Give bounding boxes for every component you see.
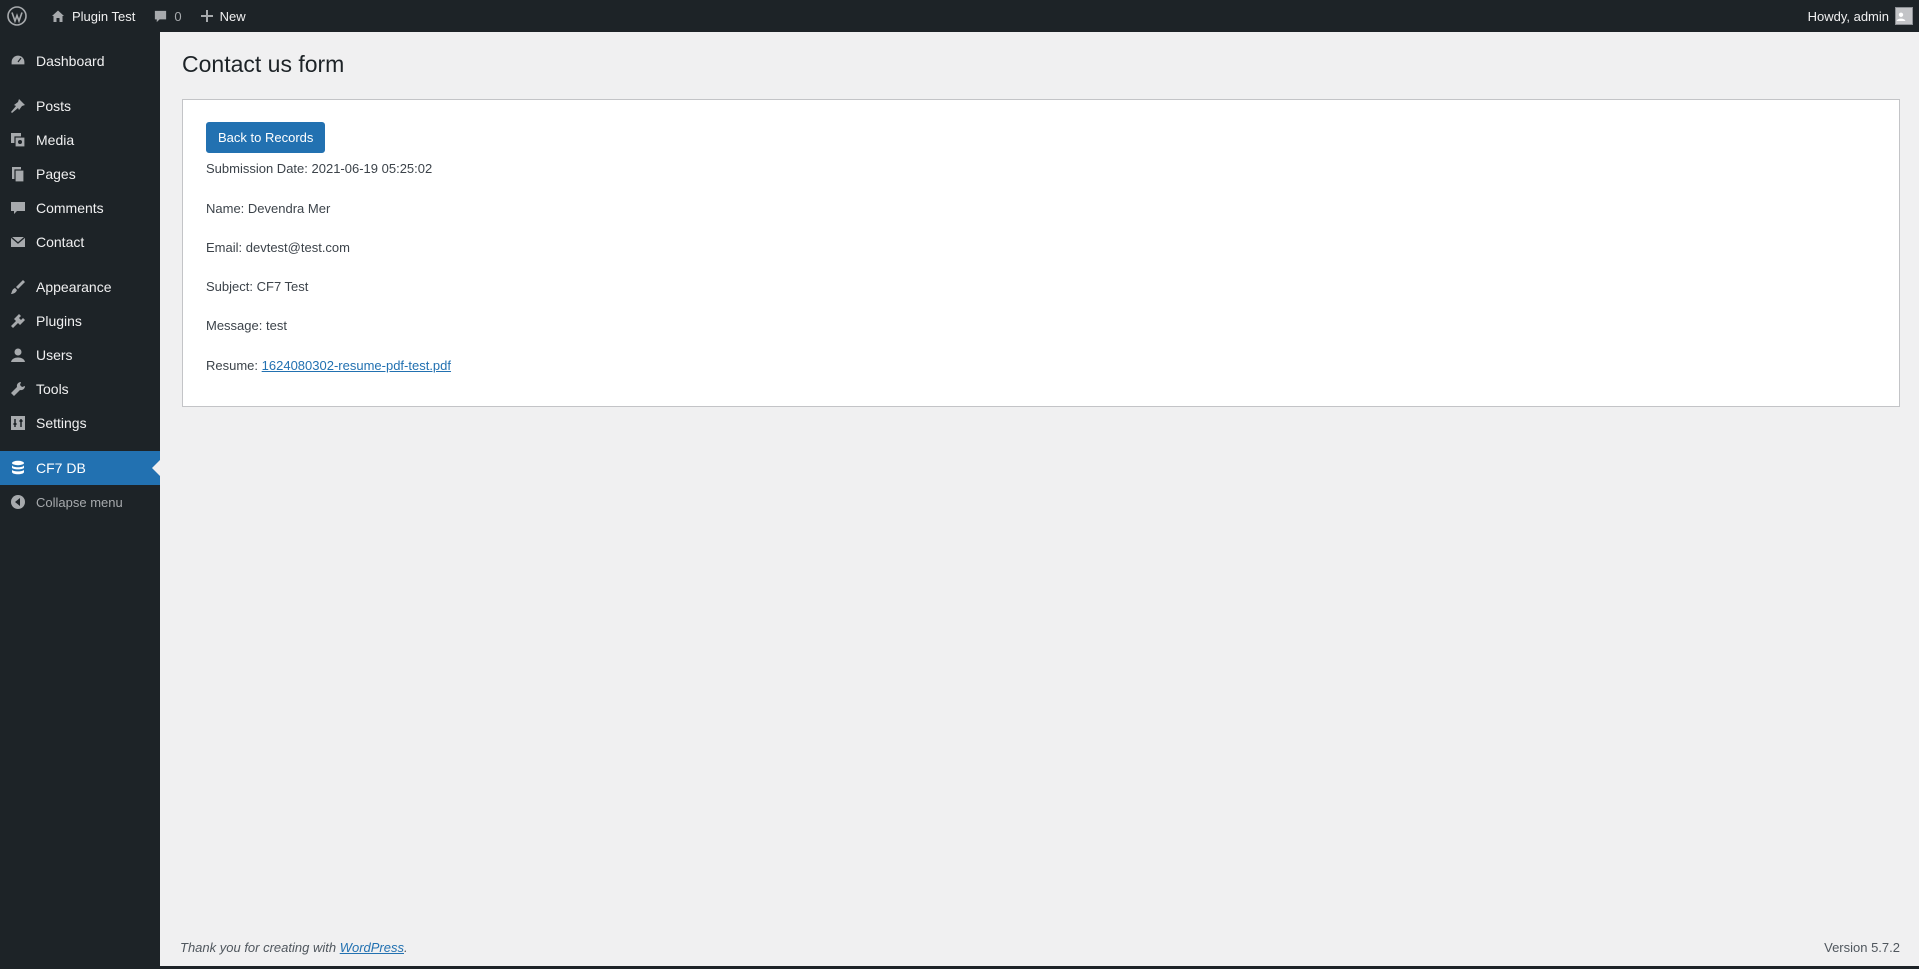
field-value: test <box>266 318 287 333</box>
sidebar-item-dashboard[interactable]: Dashboard <box>0 44 160 78</box>
comment-icon <box>9 199 27 217</box>
sidebar-item-cf7-db[interactable]: CF7 DB <box>0 451 160 485</box>
brush-icon <box>9 278 27 296</box>
wordpress-logo-menu[interactable] <box>0 0 41 32</box>
submission-date-field: Submission Date: 2021-06-19 05:25:02 <box>206 161 432 176</box>
sidebar-item-comments[interactable]: Comments <box>0 191 160 225</box>
mail-icon <box>9 233 27 251</box>
sidebar-item-label: Appearance <box>36 279 112 295</box>
main-content: Contact us form Back to Records Submissi… <box>160 32 1919 969</box>
sidebar-item-contact[interactable]: Contact <box>0 225 160 259</box>
sidebar-item-label: Media <box>36 132 75 148</box>
pin-icon <box>9 97 27 115</box>
admin-sidebar: Dashboard Posts Media Pages Comments Con… <box>0 32 160 969</box>
collapse-menu-button[interactable]: Collapse menu <box>0 485 160 519</box>
sidebar-item-pages[interactable]: Pages <box>0 157 160 191</box>
sidebar-item-settings[interactable]: Settings <box>0 406 160 440</box>
dashboard-icon <box>9 52 27 70</box>
menu-separator <box>0 78 160 89</box>
sidebar-item-plugins[interactable]: Plugins <box>0 304 160 338</box>
sidebar-item-label: Contact <box>36 234 85 250</box>
pages-icon <box>9 165 27 183</box>
footer-thanks: Thank you for creating with WordPress. <box>180 940 408 955</box>
collapse-icon <box>9 493 27 511</box>
my-account-menu[interactable]: Howdy, admin <box>1799 0 1919 32</box>
wrench-icon <box>9 380 27 398</box>
media-icon <box>9 131 27 149</box>
field-label: Message: <box>206 318 263 333</box>
new-content-link[interactable]: New <box>191 0 255 32</box>
field-value: devtest@test.com <box>245 240 350 255</box>
field-label: Subject: <box>206 279 253 294</box>
site-name: Plugin Test <box>72 8 136 24</box>
footer-period: . <box>404 940 408 955</box>
sidebar-item-label: Collapse menu <box>36 494 123 510</box>
sidebar-item-label: Pages <box>36 166 76 182</box>
user-icon <box>9 346 27 364</box>
menu-separator <box>0 440 160 451</box>
sidebar-item-users[interactable]: Users <box>0 338 160 372</box>
field-label: Submission Date: <box>206 161 308 176</box>
footer-version: Version 5.7.2 <box>1824 940 1900 955</box>
resume-file-link[interactable]: 1624080302-resume-pdf-test.pdf <box>262 358 451 373</box>
field-label: Email: <box>206 240 243 255</box>
wordpress-link[interactable]: WordPress <box>340 940 404 955</box>
page-title: Contact us form <box>182 51 345 77</box>
field-value: 2021-06-19 05:25:02 <box>311 161 433 176</box>
menu-separator <box>0 259 160 270</box>
sidebar-item-label: Users <box>36 347 73 363</box>
comments-link[interactable]: 0 <box>144 0 190 32</box>
message-field: Message: test <box>206 318 287 333</box>
comment-icon <box>155 10 167 22</box>
sidebar-item-label: Settings <box>36 415 87 431</box>
database-icon <box>9 459 27 477</box>
howdy-text: Howdy, admin <box>1807 8 1889 24</box>
sidebar-item-label: CF7 DB <box>36 460 86 476</box>
sidebar-item-tools[interactable]: Tools <box>0 372 160 406</box>
field-value: CF7 Test <box>256 279 309 294</box>
sidebar-item-label: Plugins <box>36 313 82 329</box>
plugin-icon <box>9 312 27 330</box>
field-value: Devendra Mer <box>247 201 331 216</box>
sidebar-item-media[interactable]: Media <box>0 123 160 157</box>
plus-icon <box>200 10 213 22</box>
subject-field: Subject: CF7 Test <box>206 279 308 294</box>
resume-field: Resume: 1624080302-resume-pdf-test.pdf <box>206 358 451 373</box>
admin-bar: Plugin Test 0 New Howdy, admin <box>0 0 1919 32</box>
avatar-user-icon <box>1896 12 1906 21</box>
new-label: New <box>219 8 246 24</box>
admin-menu: Dashboard Posts Media Pages Comments Con… <box>0 32 160 519</box>
sidebar-item-posts[interactable]: Posts <box>0 89 160 123</box>
footer-thanks-text: Thank you for creating with <box>180 940 337 955</box>
back-to-records-button[interactable]: Back to Records <box>206 122 326 153</box>
field-label: Resume: <box>206 358 259 373</box>
comments-count: 0 <box>174 8 182 24</box>
name-field: Name: Devendra Mer <box>206 201 330 216</box>
field-label: Name: <box>206 201 245 216</box>
sidebar-item-label: Posts <box>36 98 72 114</box>
home-icon <box>52 10 64 22</box>
avatar <box>1895 7 1913 25</box>
settings-icon <box>9 414 27 432</box>
record-card: Back to Records Submission Date: 2021-06… <box>182 99 1900 407</box>
sidebar-item-label: Dashboard <box>36 53 105 69</box>
sidebar-item-label: Comments <box>36 200 104 216</box>
site-name-link[interactable]: Plugin Test <box>41 0 144 32</box>
sidebar-item-label: Tools <box>36 381 69 397</box>
wordpress-logo-icon <box>7 6 27 26</box>
sidebar-item-appearance[interactable]: Appearance <box>0 270 160 304</box>
email-field: Email: devtest@test.com <box>206 240 350 255</box>
